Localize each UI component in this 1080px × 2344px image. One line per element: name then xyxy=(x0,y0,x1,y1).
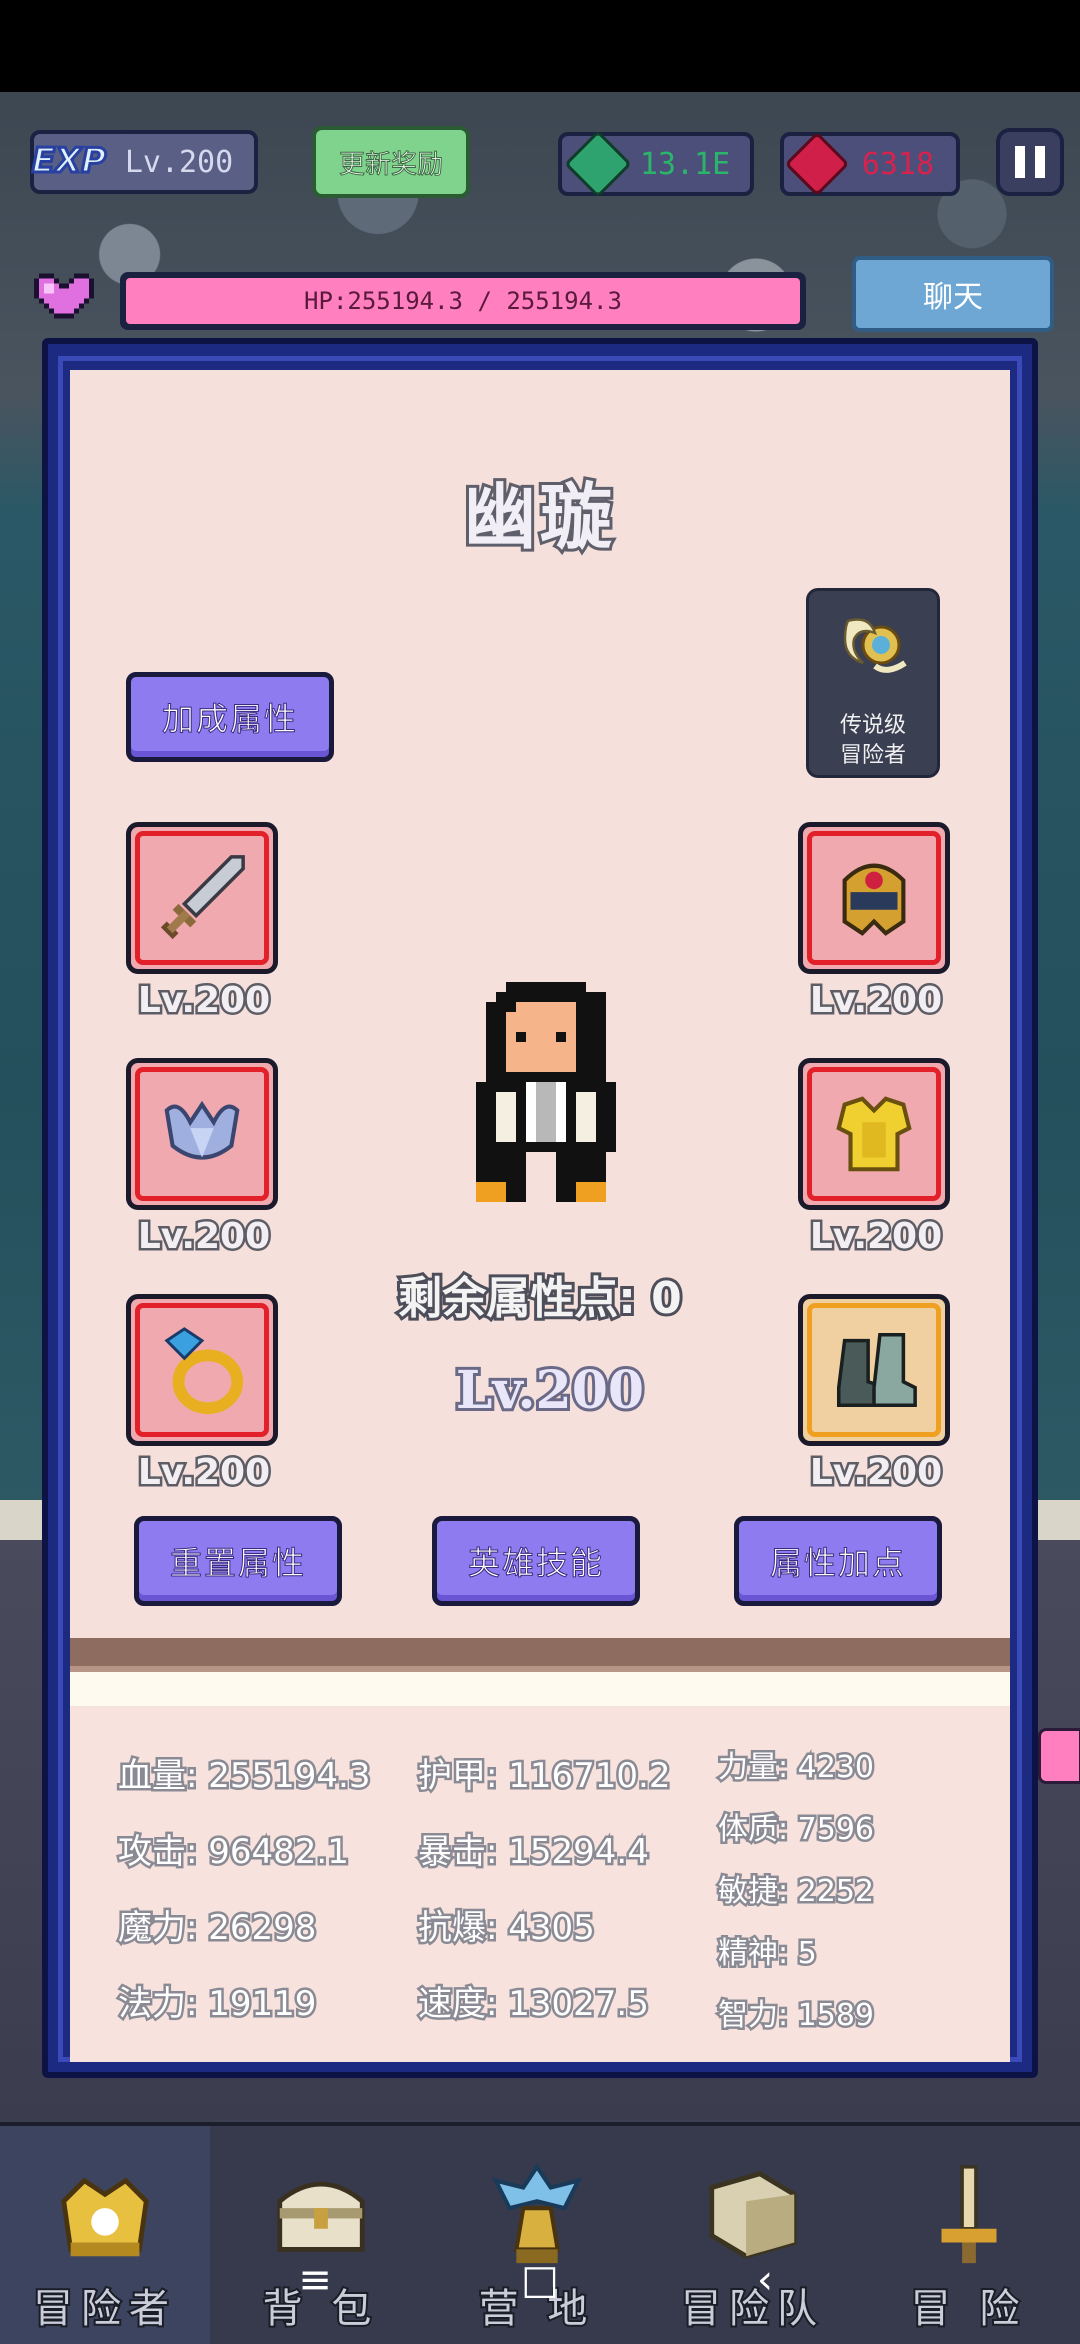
nav-bag[interactable]: 背 包 xyxy=(216,2126,426,2344)
nav-adventurer[interactable]: 冒险者 xyxy=(0,2126,210,2344)
sword-icon xyxy=(160,855,245,940)
crown-icon xyxy=(61,2177,149,2257)
nav-party[interactable]: 冒险队 xyxy=(648,2126,858,2344)
ruby-currency: 6318 xyxy=(780,131,960,197)
stat-strength: 力量: 4230 xyxy=(716,1748,877,1788)
hero-skills-button[interactable]: 英雄技能 xyxy=(432,1516,640,1606)
stat-anti-crit: 抗爆: 4305 xyxy=(416,1906,598,1951)
nav-adventure[interactable]: 冒 险 xyxy=(864,2126,1074,2344)
ruby-icon xyxy=(784,131,850,197)
player-level: Lv.200 xyxy=(124,144,234,180)
system-back-icon[interactable]: ‹ xyxy=(735,2250,795,2310)
pause-button[interactable] xyxy=(996,128,1064,196)
status-bar xyxy=(0,0,1080,92)
hp-bar: HP:255194.3 / 255194.3 xyxy=(120,272,806,330)
chat-button[interactable]: 聊天 xyxy=(852,256,1054,332)
helmet-icon xyxy=(842,863,906,936)
bonus-attributes-button[interactable]: 加成属性 xyxy=(126,672,334,762)
gem-currency: 13.1E xyxy=(558,130,754,198)
stat-attack: 攻击: 96482.1 xyxy=(116,1830,352,1875)
stat-agility: 敏捷: 2252 xyxy=(716,1872,877,1912)
armor-level: Lv.200 xyxy=(807,1214,944,1260)
hero-sprite xyxy=(476,982,616,1202)
heart-icon xyxy=(34,273,94,319)
hero-level: Lv.200 xyxy=(453,1357,647,1424)
stat-spell: 法力: 19119 xyxy=(115,1982,318,2027)
stat-crit: 暴击: 15294.4 xyxy=(416,1830,652,1875)
nav-adventurer-label: 冒险者 xyxy=(31,2284,177,2334)
weapon-slot[interactable] xyxy=(126,822,278,974)
armor-slot[interactable] xyxy=(798,1058,950,1210)
stat-intellect: 智力: 1589 xyxy=(716,1996,877,2036)
legendary-label: 传说级 冒险者 xyxy=(809,711,937,771)
stat-hp: 血量: 255194.3 xyxy=(116,1754,373,1799)
hp-text: HP:255194.3 / 255194.3 xyxy=(126,278,800,324)
stat-constitution: 体质: 7596 xyxy=(716,1810,877,1850)
legendary-label-line1: 传说级 xyxy=(839,713,906,738)
stat-speed: 速度: 13027.5 xyxy=(416,1982,652,2027)
sword-hilt-icon xyxy=(941,2165,997,2264)
nav-adventure-label: 冒 险 xyxy=(909,2284,1028,2334)
shoulder-slot[interactable] xyxy=(126,1058,278,1210)
update-reward-button[interactable]: 更新奖励 xyxy=(312,126,470,198)
weapon-level: Lv.200 xyxy=(135,978,272,1024)
remaining-points: 剩余属性点: 0 xyxy=(395,1270,685,1327)
bottom-nav: 冒险者 背 包 营 地 冒险队 冒 险 xyxy=(0,2122,1080,2344)
nav-camp[interactable]: 营 地 xyxy=(432,2126,642,2344)
stat-magic: 魔力: 26298 xyxy=(115,1906,318,1951)
panel-divider xyxy=(70,1638,1010,1672)
helmet-slot[interactable] xyxy=(798,822,950,974)
system-menu-icon[interactable]: ≡ xyxy=(285,2250,345,2310)
ring-level: Lv.200 xyxy=(135,1450,272,1496)
stat-spirit: 精神: 5 xyxy=(716,1934,820,1974)
stat-armor: 护甲: 116710.2 xyxy=(416,1754,673,1799)
legendary-adventurer-badge[interactable]: 传说级 冒险者 xyxy=(806,588,940,778)
hero-name: 幽璇 xyxy=(461,472,616,562)
ruby-count: 6318 xyxy=(861,146,935,182)
emerald-icon xyxy=(564,130,632,198)
allocate-points-button[interactable]: 属性加点 xyxy=(734,1516,942,1606)
shoulder-level: Lv.200 xyxy=(135,1214,272,1260)
pause-icon xyxy=(1015,146,1025,178)
chest-armor-icon xyxy=(836,1096,912,1172)
exp-level-display: EXP Lv.200 xyxy=(30,130,258,194)
side-tab[interactable] xyxy=(1038,1728,1080,1784)
gem-count: 13.1E xyxy=(639,146,731,182)
panel-strip xyxy=(70,1672,1010,1706)
boots-level: Lv.200 xyxy=(807,1450,944,1496)
helmet-level: Lv.200 xyxy=(807,978,944,1024)
legendary-emblem-icon xyxy=(843,618,907,673)
exp-badge: EXP xyxy=(30,140,107,183)
legendary-label-line2: 冒险者 xyxy=(839,743,906,768)
pause-icon-bar xyxy=(1035,146,1045,178)
reset-attributes-button[interactable]: 重置属性 xyxy=(134,1516,342,1606)
system-home-icon[interactable]: □ xyxy=(510,2250,570,2310)
shoulder-armor-icon xyxy=(164,1100,240,1160)
